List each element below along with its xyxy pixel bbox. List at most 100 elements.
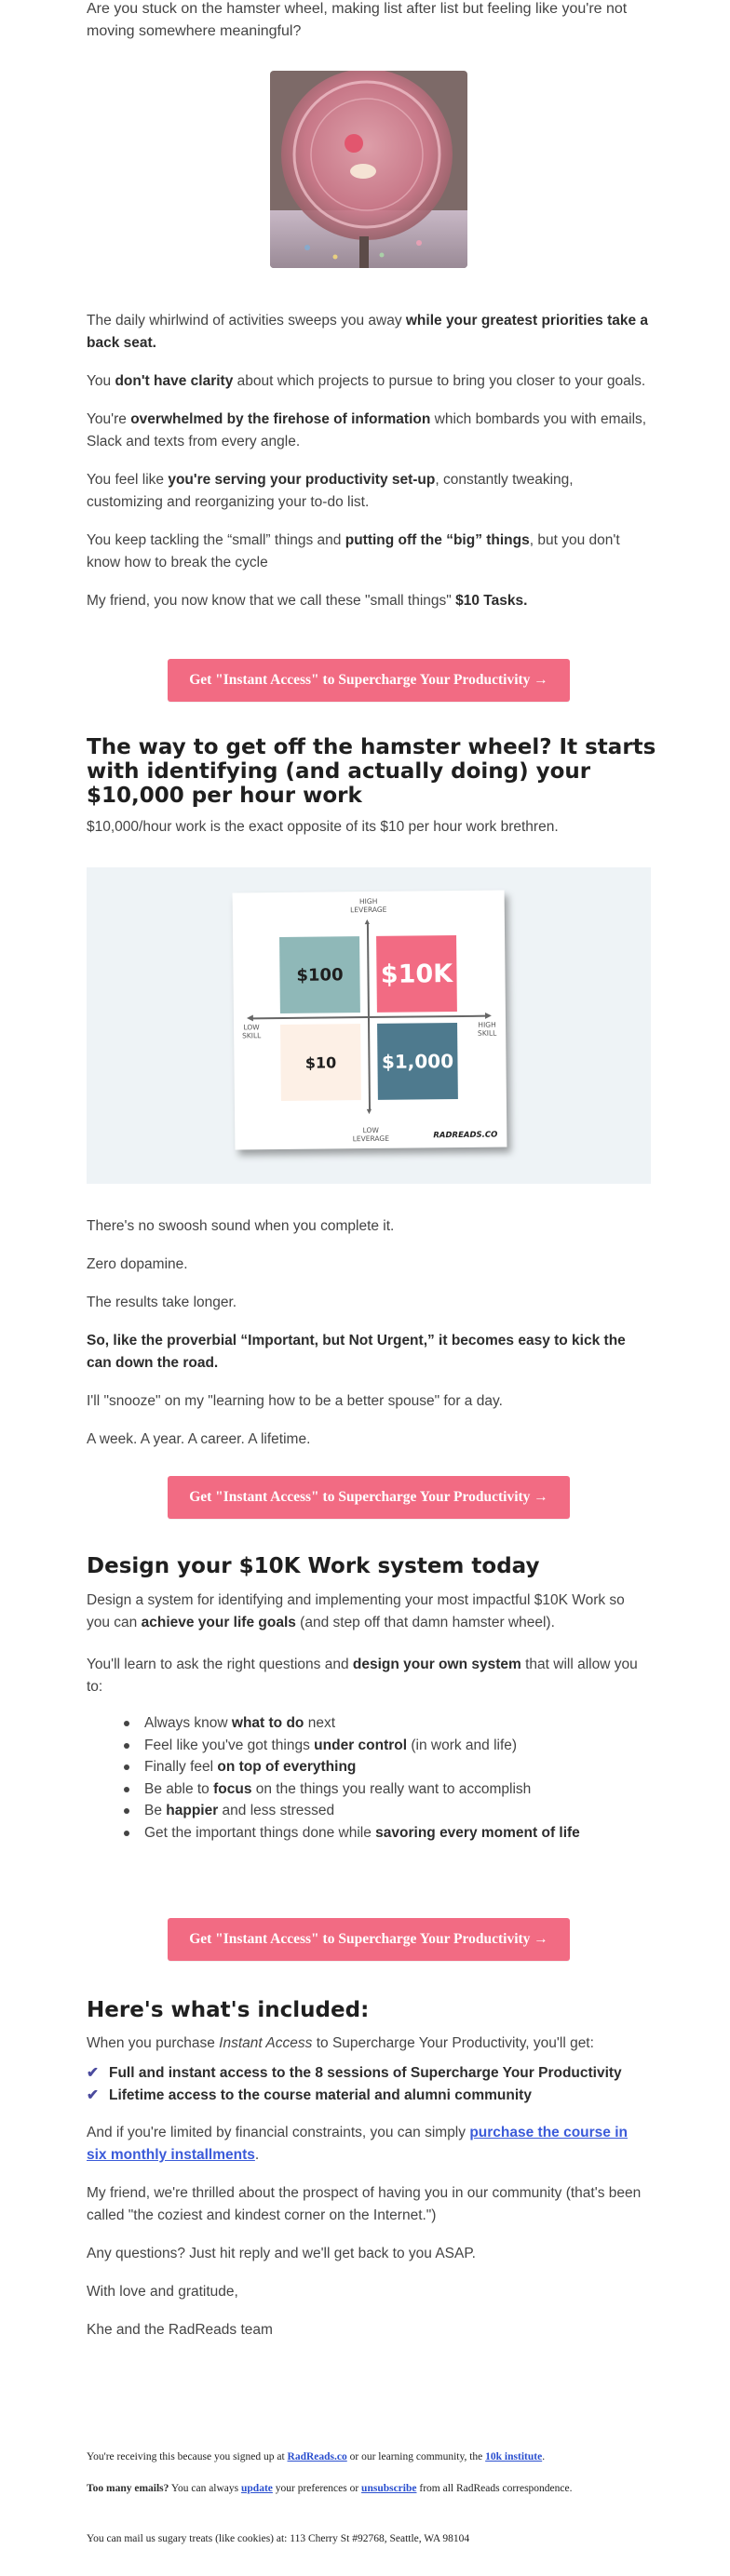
emphasis: overwhelmed by the firehose of informati…: [130, 411, 431, 427]
emphasis: savoring every moment of life: [375, 1824, 580, 1841]
included-item: ✔ Full and instant access to the 8 sessio…: [87, 2062, 651, 2085]
emphasis: you're serving your productivity set-up: [168, 472, 436, 488]
text: You'll learn to ask the right questions …: [87, 1657, 353, 1672]
intro-question: Are you stuck on the hamster wheel, maki…: [87, 1, 628, 39]
paragraph: My friend, you now know that we call the…: [87, 590, 651, 612]
section4-text: When you purchase Instant Access to Supe…: [87, 2033, 651, 2341]
paragraph: Design a system for identifying and impl…: [87, 1590, 651, 1634]
axis-label-high-leverage: HIGH LEVERAGE: [350, 896, 387, 915]
10k-institute-link[interactable]: 10k institute: [485, 2451, 542, 2462]
emphasis: Instant Access: [219, 2035, 313, 2051]
paragraph: A week. A year. A career. A lifetime.: [87, 1431, 311, 1447]
text: You feel like: [87, 472, 169, 488]
text: about which projects to pursue to bring …: [233, 373, 646, 389]
unsubscribe-link[interactable]: unsubscribe: [361, 2483, 416, 2494]
paragraph: And if you're limited by financial const…: [87, 2122, 651, 2167]
text: on the things you really want to accompl…: [251, 1780, 532, 1797]
emphasis: focus: [213, 1780, 252, 1797]
emphasis: putting off the “big” things: [345, 532, 530, 548]
emphasis: on top of everything: [217, 1759, 357, 1775]
paragraph: You feel like you're serving your produc…: [87, 469, 651, 514]
axis-label-low-leverage: LOW LEVERAGE: [352, 1125, 390, 1144]
emphasis: what to do: [231, 1715, 304, 1731]
paragraph: With love and gratitude,: [87, 2284, 238, 2300]
emphasis: $10 Tasks.: [455, 593, 528, 609]
checkmark-icon: ✔: [87, 2065, 99, 2081]
included-item: ✔ Lifetime access to the course material …: [87, 2085, 651, 2107]
emphasis: under control: [314, 1737, 408, 1753]
paragraph: Zero dopamine.: [87, 1256, 188, 1272]
text: to Supercharge Your Productivity, you'll…: [312, 2035, 594, 2051]
bullet-icon: [124, 1721, 129, 1726]
instant-access-button[interactable]: Get "Instant Access" to Supercharge Your…: [168, 1918, 570, 1961]
quadrant-10: $10: [280, 1024, 361, 1102]
emphasis: achieve your life goals: [141, 1615, 296, 1630]
bullet-icon: [124, 1764, 129, 1770]
emphasis: don't have clarity: [115, 373, 234, 389]
emphasis: Too many emails?: [87, 2483, 169, 2494]
list-item: Finally feel on top of everything: [124, 1756, 580, 1778]
quadrant-1000: $1,000: [377, 1023, 458, 1100]
axis-label-low-skill: LOW SKILL: [241, 1023, 262, 1040]
text: Feel like you've got things: [144, 1737, 315, 1753]
text: You keep tackling the “small” things and: [87, 532, 345, 548]
text: Finally feel: [144, 1759, 218, 1775]
intro-text: Are you stuck on the hamster wheel, maki…: [87, 0, 651, 43]
text: You're: [87, 411, 131, 427]
footer-preferences: Too many emails? You can always update y…: [87, 2480, 651, 2497]
section-heading: The way to get off the hamster wheel? It…: [87, 735, 656, 808]
quadrant-10k: $10K: [376, 935, 457, 1013]
text: Be able to: [144, 1780, 214, 1797]
included-item-label: Lifetime access to the course material a…: [109, 2087, 532, 2103]
paragraph: You'll learn to ask the right questions …: [87, 1654, 651, 1698]
instant-access-button[interactable]: Get "Instant Access" to Supercharge Your…: [168, 659, 570, 702]
signature: Khe and the RadReads team: [87, 2322, 273, 2338]
radreads-link[interactable]: RadReads.co: [288, 2451, 347, 2462]
benefit-list: Always know what to do next Feel like yo…: [124, 1712, 580, 1844]
paragraph: Any questions? Just hit reply and we'll …: [87, 2246, 476, 2261]
paragraph: You don't have clarity about which proje…: [87, 370, 651, 393]
text: You: [87, 373, 115, 389]
section-heading: Here's what's included:: [87, 1998, 370, 2022]
bullet-icon: [124, 1742, 129, 1749]
paragraph: You're overwhelmed by the firehose of in…: [87, 409, 651, 453]
paragraph: There's no swoosh sound when you complet…: [87, 1218, 395, 1234]
axis-label-high-skill: HIGH SKILL: [477, 1020, 497, 1038]
arrow-down-icon: ▼: [364, 1106, 374, 1117]
text: My friend, you now know that we call the…: [87, 593, 456, 609]
text: And if you're limited by financial const…: [87, 2125, 470, 2140]
leverage-skill-matrix: ▲ ▼ ◀ ▶ HIGH LEVERAGE LOW LEVERAGE LOW S…: [232, 890, 507, 1150]
quadrant-100: $100: [279, 936, 360, 1014]
list-item: Feel like you've got things under contro…: [124, 1735, 580, 1757]
section-heading: Design your $10K Work system today: [87, 1554, 540, 1578]
text: (and step off that damn hamster wheel).: [295, 1615, 555, 1630]
text: Always know: [144, 1715, 232, 1731]
paragraph: The daily whirlwind of activities sweeps…: [87, 310, 651, 355]
update-preferences-link[interactable]: update: [241, 2483, 273, 2494]
paragraph: My friend, we're thrilled about the pros…: [87, 2185, 642, 2223]
hamster-wheel-image: [270, 71, 467, 268]
bullet-icon: [124, 1830, 129, 1836]
list-item: Always know what to do next: [124, 1712, 580, 1735]
included-item-label: Full and instant access to the 8 session…: [109, 2065, 622, 2081]
list-item: Be happier and less stressed: [124, 1800, 580, 1822]
text: .: [254, 2147, 260, 2163]
brand-label: RADREADS.CO: [433, 1130, 498, 1141]
text: from all RadReads correspondence.: [416, 2483, 573, 2494]
text: You can always: [169, 2483, 242, 2494]
text: .: [542, 2451, 546, 2462]
instant-access-button[interactable]: Get "Instant Access" to Supercharge Your…: [168, 1476, 570, 1519]
paragraph: So, like the proverbial “Important, but …: [87, 1333, 626, 1371]
text: and less stressed: [218, 1803, 335, 1818]
paragraph: You keep tackling the “small” things and…: [87, 530, 651, 574]
text: (in work and life): [407, 1737, 518, 1753]
arrow-left-icon: ◀: [246, 1013, 253, 1023]
paragraph: I'll "snooze" on my "learning how to be …: [87, 1393, 503, 1409]
checkmark-icon: ✔: [87, 2087, 99, 2103]
problem-list: The daily whirlwind of activities sweeps…: [87, 310, 651, 612]
paragraph: When you purchase Instant Access to Supe…: [87, 2033, 651, 2055]
emphasis: design your own system: [352, 1657, 521, 1672]
text: You're receiving this because you signed…: [87, 2451, 288, 2462]
list-item: Get the important things done while savo…: [124, 1822, 580, 1845]
text: Get the important things done while: [144, 1824, 376, 1841]
